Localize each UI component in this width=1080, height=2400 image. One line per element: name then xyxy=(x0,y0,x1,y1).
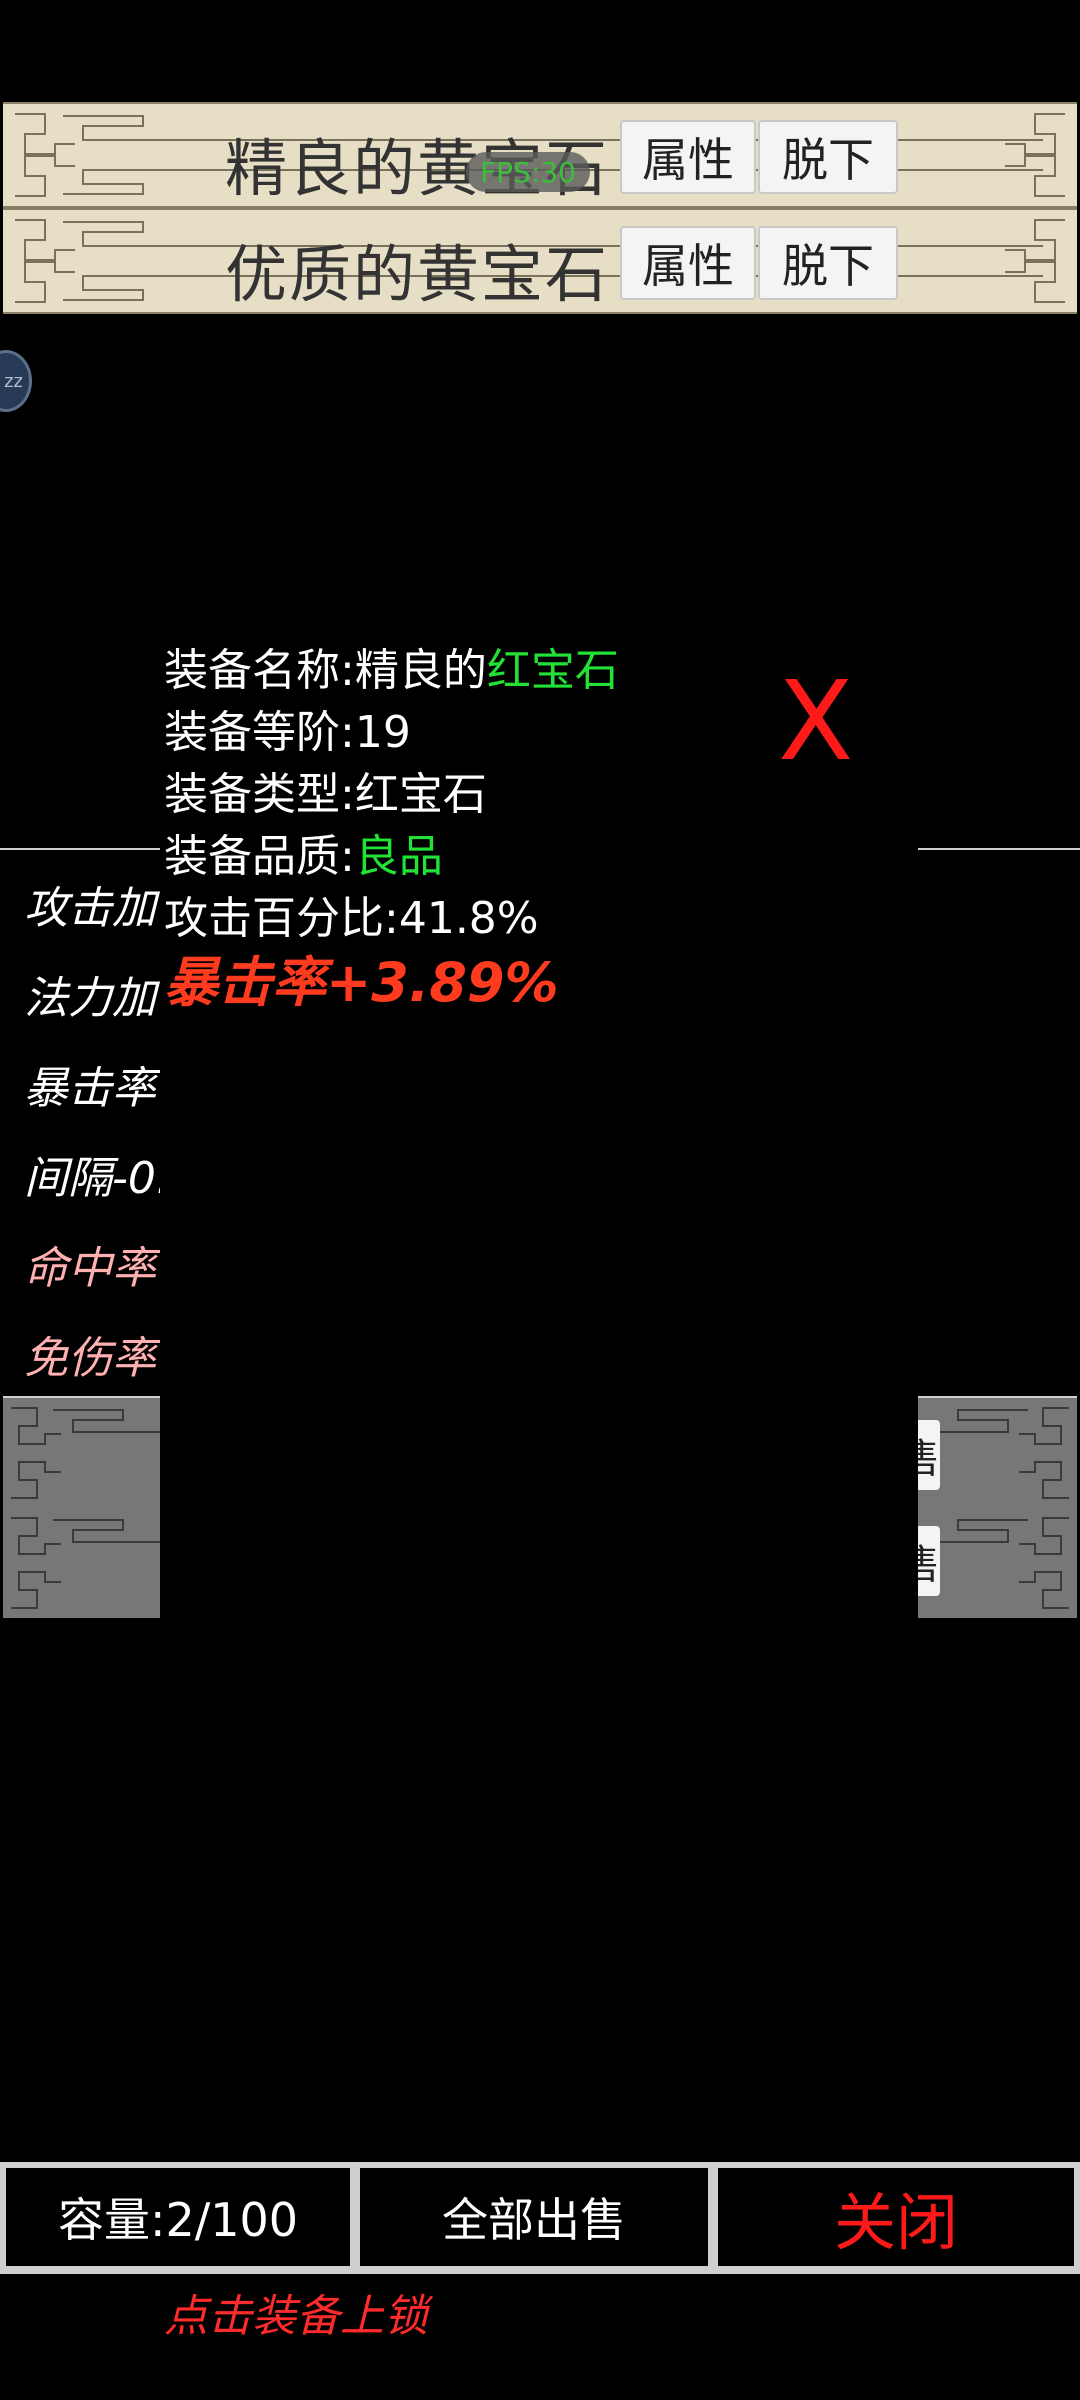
sell-button[interactable]: 售 xyxy=(918,1420,940,1490)
divider-right xyxy=(918,848,1080,850)
item-name-label: 装备名称:精良的 xyxy=(164,645,487,696)
item-detail-popup: 装备名称:精良的红宝石 装备等阶:19 装备类型:红宝石 装备品质:良品 攻击百… xyxy=(160,620,918,1616)
lock-hint-text: 点击装备上锁 xyxy=(164,2291,428,2342)
stat-line: 免伤率 xyxy=(24,1333,156,1384)
item-attack-label: 攻击百分比: xyxy=(164,893,399,944)
close-popup-button[interactable]: X xyxy=(778,666,853,776)
inventory-slot-right[interactable] xyxy=(918,1396,1077,1618)
item-tier-value: 19 xyxy=(354,707,411,758)
item-quality-label: 装备品质: xyxy=(164,831,355,882)
stat-line: 暴击率 xyxy=(24,1063,156,1114)
item-name-value: 红宝石 xyxy=(486,645,619,696)
item-tier-label: 装备等阶: xyxy=(164,707,355,758)
close-button[interactable]: 关闭 xyxy=(718,2168,1074,2266)
crit-bonus-text: 暴击率+3.89% xyxy=(164,951,559,1014)
capacity-display: 容量:2/100 xyxy=(6,2168,350,2266)
item-tier-line: 装备等阶:19 xyxy=(164,696,411,760)
item-attack-value: 41.8% xyxy=(398,893,539,944)
fps-badge: FPS:30 xyxy=(466,152,590,192)
remove-button[interactable]: 脱下 xyxy=(758,226,898,300)
item-attack-line: 攻击百分比:41.8% xyxy=(164,882,539,946)
sell-all-button[interactable]: 全部出售 xyxy=(360,2168,708,2266)
stat-line: 法力加 xyxy=(24,973,156,1024)
fret-frame-icon xyxy=(11,1407,163,1609)
item-type-label: 装备类型: xyxy=(164,769,355,820)
sell-button[interactable]: 售 xyxy=(918,1526,940,1596)
item-quality-line: 装备品质:良品 xyxy=(164,820,443,884)
attributes-button[interactable]: 属性 xyxy=(620,226,756,300)
divider-left xyxy=(0,848,160,850)
floating-assistant-bubble[interactable]: zz xyxy=(0,350,32,412)
item-name-line: 装备名称:精良的红宝石 xyxy=(164,634,619,698)
equipped-row-2: 优质的黄宝石 属性 脱下 xyxy=(3,208,1077,314)
item-type-value: 红宝石 xyxy=(354,769,487,820)
bottom-bar: 容量:2/100 全部出售 关闭 xyxy=(0,2162,1080,2274)
stat-line: 间隔-0. xyxy=(24,1153,170,1204)
item-type-line: 装备类型:红宝石 xyxy=(164,758,487,822)
inventory-slot-left[interactable] xyxy=(3,1396,163,1618)
stat-line: 攻击加 xyxy=(24,883,156,934)
attributes-button[interactable]: 属性 xyxy=(620,120,756,194)
fret-frame-icon xyxy=(918,1407,1069,1609)
item-quality-value: 良品 xyxy=(354,831,443,882)
remove-button[interactable]: 脱下 xyxy=(758,120,898,194)
gem-name: 优质的黄宝石 xyxy=(225,238,610,311)
stat-line: 命中率 xyxy=(24,1243,156,1294)
